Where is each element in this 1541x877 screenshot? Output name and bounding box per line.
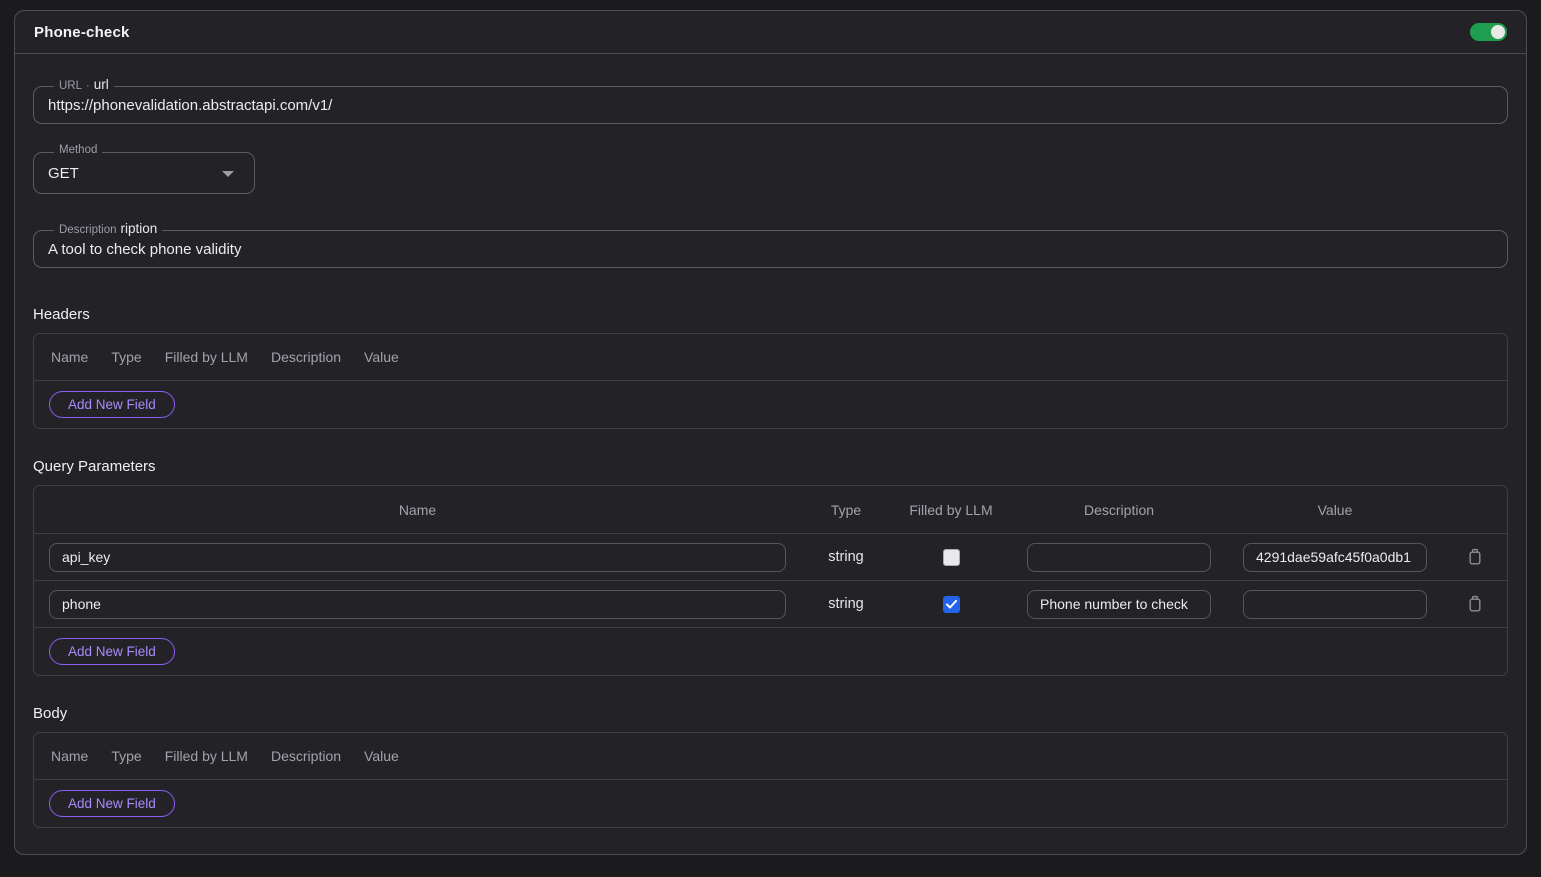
- col-filled-by-llm: Filled by LLM: [165, 748, 248, 764]
- filled-by-llm-checkbox[interactable]: [943, 549, 960, 566]
- filled-by-llm-checkbox[interactable]: [943, 596, 960, 613]
- toggle-knob-icon: [1491, 25, 1505, 39]
- url-field-label: URL · url: [54, 77, 114, 94]
- headers-add-field-button[interactable]: Add New Field: [49, 391, 175, 418]
- tool-config-card: Phone-check URL · url https://phonevalid…: [14, 10, 1527, 855]
- method-selected-value: GET: [48, 165, 79, 182]
- body-table-footer: Add New Field: [34, 780, 1507, 827]
- query-params-table-header: Name Type Filled by LLM Description Valu…: [34, 486, 1507, 534]
- url-label-separator: ·: [86, 79, 90, 94]
- param-description-input[interactable]: [1027, 543, 1211, 572]
- description-field: Description ription A tool to check phon…: [33, 230, 1508, 268]
- url-label-caption: URL: [59, 79, 82, 94]
- url-field: URL · url https://phonevalidation.abstra…: [33, 86, 1508, 124]
- col-value: Value: [364, 349, 399, 365]
- method-select[interactable]: Method GET: [33, 152, 255, 194]
- chevron-down-icon: [222, 171, 234, 177]
- query-param-row-phone: string: [34, 581, 1507, 628]
- headers-table-header: Name Type Filled by LLM Description Valu…: [34, 334, 1507, 381]
- delete-row-button[interactable]: [1465, 593, 1485, 615]
- description-field-label: Description ription: [54, 221, 162, 238]
- method-label-caption: Method: [59, 143, 97, 158]
- query-params-table: Name Type Filled by LLM Description Valu…: [33, 485, 1508, 676]
- query-param-row-api-key: string: [34, 534, 1507, 581]
- headers-section-title: Headers: [33, 306, 1508, 323]
- headers-table-footer: Add New Field: [34, 381, 1507, 428]
- col-description: Description: [271, 748, 341, 764]
- col-name: Name: [34, 502, 801, 518]
- col-filled-by-llm: Filled by LLM: [165, 349, 248, 365]
- card-content: URL · url https://phonevalidation.abstra…: [15, 86, 1526, 828]
- body-table: Name Type Filled by LLM Description Valu…: [33, 732, 1508, 828]
- description-label-name: ription: [121, 221, 158, 236]
- col-value: Value: [364, 748, 399, 764]
- query-params-section-title: Query Parameters: [33, 458, 1508, 475]
- param-name-input[interactable]: [49, 590, 786, 619]
- param-type-text: string: [828, 549, 863, 565]
- col-value: Value: [1227, 502, 1443, 518]
- query-params-table-footer: Add New Field: [34, 628, 1507, 675]
- checkmark-icon: [946, 600, 957, 609]
- col-name: Name: [51, 349, 88, 365]
- col-type: Type: [801, 502, 891, 518]
- url-input[interactable]: https://phonevalidation.abstractapi.com/…: [48, 97, 332, 114]
- col-type: Type: [111, 349, 141, 365]
- card-header: Phone-check: [15, 11, 1526, 54]
- col-name: Name: [51, 748, 88, 764]
- param-description-input[interactable]: [1027, 590, 1211, 619]
- body-section-title: Body: [33, 705, 1508, 722]
- headers-table: Name Type Filled by LLM Description Valu…: [33, 333, 1508, 429]
- param-name-input[interactable]: [49, 543, 786, 572]
- col-description: Description: [271, 349, 341, 365]
- body-table-header: Name Type Filled by LLM Description Valu…: [34, 733, 1507, 780]
- description-label-caption: Description: [59, 223, 117, 238]
- trash-icon: [1467, 548, 1483, 566]
- query-params-add-field-button[interactable]: Add New Field: [49, 638, 175, 665]
- param-value-input[interactable]: [1243, 543, 1427, 572]
- description-input[interactable]: A tool to check phone validity: [48, 241, 241, 258]
- method-field-label: Method: [54, 143, 102, 158]
- param-value-input[interactable]: [1243, 590, 1427, 619]
- col-filled-by-llm: Filled by LLM: [891, 502, 1011, 518]
- tool-enabled-toggle[interactable]: [1470, 23, 1507, 41]
- delete-row-button[interactable]: [1465, 546, 1485, 568]
- param-type-text: string: [828, 596, 863, 612]
- tool-title: Phone-check: [34, 24, 130, 41]
- col-type: Type: [111, 748, 141, 764]
- trash-icon: [1467, 595, 1483, 613]
- col-description: Description: [1011, 502, 1227, 518]
- url-label-name: url: [94, 77, 109, 92]
- body-add-field-button[interactable]: Add New Field: [49, 790, 175, 817]
